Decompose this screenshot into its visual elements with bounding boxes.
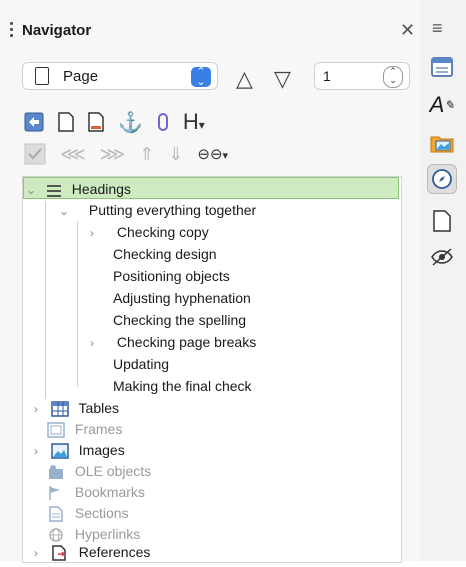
styles-icon[interactable]: A ✎ xyxy=(427,90,457,120)
tree-item-label: Sections xyxy=(74,505,129,521)
content-navigation-icon[interactable] xyxy=(24,112,44,132)
drag-mode-button[interactable]: ⊖⊖▾ xyxy=(197,145,228,163)
navigate-by-value: Page xyxy=(63,68,99,85)
tree-item-ole-objects[interactable]: OLE objects xyxy=(43,460,151,482)
tree-item-heading[interactable]: Positioning objects xyxy=(113,265,230,287)
tree-item-label: OLE objects xyxy=(74,463,152,479)
panel-grip[interactable] xyxy=(10,22,13,38)
tree-item-label: Checking page breaks xyxy=(116,334,257,350)
previous-icon[interactable]: △ xyxy=(236,66,253,92)
footer-icon[interactable] xyxy=(88,112,104,132)
tree-item-heading[interactable]: ⌄ Putting everything together xyxy=(57,199,256,221)
gallery-icon[interactable] xyxy=(427,128,457,158)
tree-item-references[interactable]: › References xyxy=(29,541,150,563)
tree-item-heading[interactable]: Updating xyxy=(113,353,169,375)
expand-icon[interactable]: › xyxy=(85,332,99,354)
navigator-panel: Navigator ✕ Page ⌃ ⌄ △ ▽ 1 ⌃ ⌄ ⚓ H▾ ⋘ ⋙ … xyxy=(0,0,420,563)
sidebar-tabbar xyxy=(420,0,466,561)
demote-chapter-icon[interactable]: ⋙ xyxy=(100,144,126,165)
expand-icon[interactable]: › xyxy=(29,440,43,462)
tree-item-label: Putting everything together xyxy=(88,202,257,218)
anchor-icon[interactable]: ⚓ xyxy=(118,110,143,135)
collapse-icon[interactable]: ⌄ xyxy=(24,179,38,201)
navigator-tree: ⌄ Headings ⌄ Putting everything together… xyxy=(22,176,402,563)
accessibility-check-icon[interactable] xyxy=(427,242,457,272)
tree-item-label: Bookmarks xyxy=(74,484,145,500)
tree-item-label: Making the final check xyxy=(113,378,252,394)
tree-item-heading[interactable]: Checking design xyxy=(113,243,217,265)
page-spinner[interactable]: ⌃ ⌄ xyxy=(383,66,403,88)
tree-item-label: Checking copy xyxy=(116,224,209,240)
headings-icon xyxy=(46,182,62,198)
tree-item-tables[interactable]: › Tables xyxy=(29,397,119,419)
toolbar-row-2: ⋘ ⋙ ⇑ ⇓ ⊖⊖▾ xyxy=(24,140,242,168)
select-arrows-icon: ⌃ ⌄ xyxy=(191,67,211,88)
close-icon[interactable]: ✕ xyxy=(400,20,415,41)
text-attach-icon[interactable] xyxy=(157,112,169,132)
tree-item-label: Tables xyxy=(78,400,119,416)
bookmark-icon xyxy=(47,485,65,501)
tree-item-label: Headings xyxy=(71,181,131,197)
promote-chapter-icon[interactable]: ⋘ xyxy=(60,144,86,165)
section-icon xyxy=(47,506,65,523)
tree-item-label: Checking the spelling xyxy=(113,312,247,328)
tree-item-label: Checking design xyxy=(113,246,217,262)
heading-levels-button[interactable]: H▾ xyxy=(183,109,205,135)
tree-item-heading[interactable]: Making the final check xyxy=(113,375,252,397)
menu-icon[interactable]: ≡ xyxy=(432,18,443,39)
tree-item-heading[interactable]: Checking the spelling xyxy=(113,309,246,331)
properties-icon[interactable] xyxy=(427,52,457,82)
page-icon xyxy=(35,67,49,85)
header-icon[interactable] xyxy=(58,112,74,132)
tree-item-frames[interactable]: Frames xyxy=(43,418,122,440)
tree-item-images[interactable]: › Images xyxy=(29,439,125,461)
panel-title: Navigator xyxy=(22,22,92,39)
tree-item-bookmarks[interactable]: Bookmarks xyxy=(43,481,145,503)
next-icon[interactable]: ▽ xyxy=(274,66,291,92)
tree-item-label: Hyperlinks xyxy=(74,526,141,542)
page-number-field[interactable]: 1 ⌃ ⌄ xyxy=(314,62,410,90)
tree-item-label: Frames xyxy=(74,421,123,437)
tree-item-headings[interactable]: ⌄ Headings xyxy=(23,177,399,199)
navigator-compass-icon[interactable] xyxy=(427,164,457,194)
tree-item-label: Updating xyxy=(113,356,170,372)
toggle-check-icon[interactable] xyxy=(24,143,46,165)
move-down-icon[interactable]: ⇓ xyxy=(168,144,183,165)
tree-item-label: References xyxy=(78,544,151,560)
tree-item-heading[interactable]: Adjusting hyphenation xyxy=(113,287,251,309)
navigate-by-select[interactable]: Page ⌃ ⌄ xyxy=(22,62,218,90)
expand-icon[interactable]: › xyxy=(85,222,99,244)
tree-item-label: Images xyxy=(78,442,125,458)
toolbar-row-1: ⚓ H▾ xyxy=(24,108,219,136)
reference-icon xyxy=(51,545,69,562)
ole-icon xyxy=(47,464,65,480)
heading-label: H xyxy=(182,109,199,134)
table-icon xyxy=(51,401,69,418)
tree-item-label: Positioning objects xyxy=(113,268,230,284)
tree-item-heading[interactable]: › Checking copy xyxy=(85,221,209,243)
tree-item-sections[interactable]: Sections xyxy=(43,502,129,524)
move-up-icon[interactable]: ⇑ xyxy=(139,144,154,165)
collapse-icon[interactable]: ⌄ xyxy=(57,200,71,222)
tree-item-heading[interactable]: › Checking page breaks xyxy=(85,331,256,353)
image-icon xyxy=(51,443,69,460)
tree-item-label: Adjusting hyphenation xyxy=(113,290,251,306)
page-icon[interactable] xyxy=(427,206,457,236)
frame-icon xyxy=(47,422,65,439)
page-number-value: 1 xyxy=(323,68,331,84)
expand-icon[interactable]: › xyxy=(29,398,43,420)
